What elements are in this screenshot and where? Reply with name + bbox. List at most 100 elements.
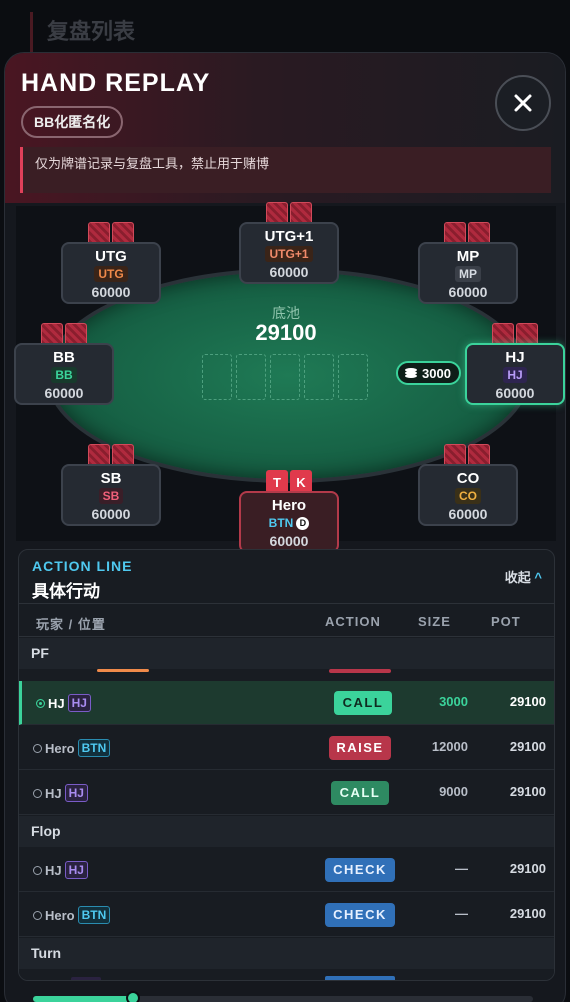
- seat-position: UTG+1: [265, 246, 313, 262]
- action-row[interactable]: Hero BTN CHECK — 29100: [19, 893, 554, 937]
- action-line-panel: ACTION LINE 具体行动 收起 ^ 玩家 / 位置 ACTION SIZ…: [18, 549, 555, 981]
- action-line-title: 具体行动: [32, 582, 100, 601]
- scrolled-row-partial: [19, 669, 554, 681]
- board-card-slot: [338, 354, 368, 400]
- seat-co[interactable]: CO CO 60000: [418, 464, 518, 526]
- seat-position: MP: [455, 266, 481, 282]
- seat-position: UTG: [94, 266, 128, 282]
- scrolled-row-partial: [19, 969, 554, 980]
- row-indicator: [33, 865, 42, 875]
- seat-bb[interactable]: BB BB 60000: [14, 343, 114, 405]
- seat-stack: 60000: [91, 506, 131, 522]
- replay-progress-fill: [33, 996, 133, 1002]
- row-indicator: [36, 698, 45, 708]
- seat-position: HJ: [503, 367, 527, 383]
- replay-progress-handle[interactable]: [126, 991, 140, 1002]
- row-size: —: [455, 861, 468, 876]
- bet-amount: 3000: [422, 365, 451, 381]
- seat-name: UTG+1: [264, 228, 314, 245]
- row-player-name: Hero: [45, 740, 75, 756]
- row-player: HJ HJ: [36, 694, 91, 712]
- row-player-name: HJ: [48, 695, 65, 711]
- action-line-subtitle: ACTION LINE: [32, 558, 133, 574]
- seat-stack: 60000: [495, 385, 535, 401]
- action-row[interactable]: HJ HJ CALL 3000 29100: [19, 681, 554, 725]
- row-position-tag: HJ: [64, 861, 88, 879]
- row-action-badge: CALL: [331, 781, 389, 805]
- row-indicator: [33, 788, 42, 798]
- row-pot: 29100: [509, 739, 546, 754]
- row-indicator: [33, 910, 42, 920]
- modal-title: HAND REPLAY: [21, 69, 211, 97]
- seat-position: BB: [51, 367, 77, 383]
- chevron-up-icon: ^: [534, 570, 542, 585]
- street-header-turn: Turn: [19, 938, 554, 969]
- replay-progress-slider[interactable]: [33, 991, 533, 1002]
- seat-name: MP: [456, 248, 480, 265]
- community-board: [202, 354, 368, 400]
- row-action-badge: CHECK: [325, 858, 395, 882]
- seat-sb[interactable]: SB SB 60000: [61, 464, 161, 526]
- anonymize-badge[interactable]: BB化匿名化: [21, 106, 124, 138]
- seat-hj[interactable]: HJ HJ 60000: [465, 343, 565, 405]
- seat-mp[interactable]: MP MP 60000: [418, 242, 518, 304]
- header-action: ACTION: [325, 614, 381, 629]
- header-pot: POT: [491, 614, 521, 629]
- seat-position: BTN D: [265, 515, 314, 531]
- row-size: 12000: [431, 739, 468, 754]
- header-size: SIZE: [418, 614, 451, 629]
- seat-utg[interactable]: UTG UTG 60000: [61, 242, 161, 304]
- row-player: HJ HJ: [33, 784, 88, 802]
- dealer-button-icon: D: [296, 517, 310, 530]
- row-pot: 29100: [509, 906, 546, 921]
- partial-tag: [71, 977, 101, 980]
- seat-utg1[interactable]: UTG+1 UTG+1 60000: [239, 222, 339, 284]
- seat-name: Hero: [271, 497, 307, 514]
- collapse-label: 收起: [504, 570, 531, 585]
- row-player-name: HJ: [45, 785, 62, 801]
- row-indicator: [33, 743, 42, 753]
- seat-stack: 60000: [91, 284, 131, 300]
- row-player: Hero BTN: [33, 906, 111, 924]
- seat-position: CO: [455, 488, 481, 504]
- action-row[interactable]: HJ HJ CALL 9000 29100: [19, 771, 554, 815]
- header-player: 玩家 / 位置: [36, 617, 106, 632]
- seat-stack: 60000: [448, 284, 488, 300]
- seat-stack: 60000: [269, 264, 309, 280]
- row-player-name: HJ: [45, 862, 62, 878]
- row-pot: 29100: [509, 784, 546, 799]
- seat-stack: 60000: [269, 533, 309, 549]
- row-size: 3000: [439, 694, 468, 709]
- row-action-badge: CHECK: [325, 903, 395, 927]
- street-header-pf: PF: [19, 638, 554, 669]
- hj-bet-chip: 3000: [396, 361, 461, 385]
- chip-stack-icon: [405, 368, 417, 378]
- poker-table: 底池 29100 UTG UTG 60000 UTG+1 UTG+1 60000…: [14, 202, 565, 553]
- seat-name: UTG: [95, 248, 127, 265]
- seat-stack: 60000: [44, 385, 84, 401]
- action-row[interactable]: Hero BTN RAISE 12000 29100: [19, 726, 554, 770]
- partial-tag: [97, 669, 149, 672]
- partial-action: [329, 669, 391, 673]
- seat-name: HJ: [505, 349, 525, 366]
- street-header-flop: Flop: [19, 816, 554, 847]
- row-size: —: [455, 906, 468, 921]
- row-player-name: Hero: [45, 907, 75, 923]
- action-row[interactable]: HJ HJ CHECK — 29100: [19, 848, 554, 892]
- board-card-slot: [304, 354, 334, 400]
- collapse-button[interactable]: 收起 ^: [505, 567, 542, 586]
- row-action-badge: CALL: [334, 691, 392, 715]
- gambling-warning: 仅为牌谱记录与复盘工具，禁止用于赌博: [20, 147, 551, 193]
- app-root: 复盘列表 HAND REPLAY BB化匿名化 仅为牌谱记录与复盘工具，禁止用于…: [0, 0, 570, 1002]
- board-card-slot: [270, 354, 300, 400]
- row-action-badge: RAISE: [329, 736, 391, 760]
- seat-name: SB: [100, 470, 122, 487]
- close-button[interactable]: [495, 75, 551, 131]
- row-position-tag: BTN: [77, 906, 111, 924]
- board-card-slot: [202, 354, 232, 400]
- seat-position: SB: [98, 488, 124, 504]
- seat-name: BB: [53, 349, 75, 366]
- row-position-tag: HJ: [64, 784, 88, 802]
- row-position-tag: BTN: [77, 739, 111, 757]
- seat-hero[interactable]: Hero BTN D 60000: [239, 491, 339, 553]
